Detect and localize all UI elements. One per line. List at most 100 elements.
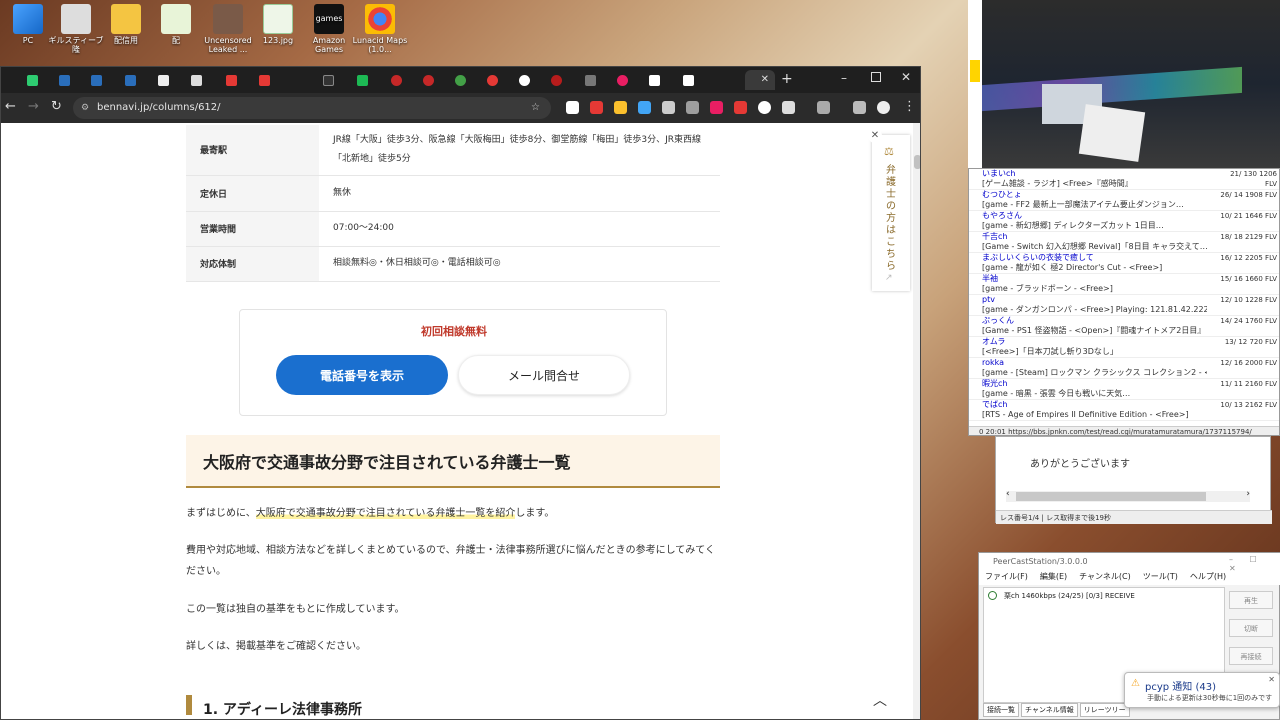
menu-kebab-icon[interactable]: ⋮ <box>903 99 916 114</box>
list-item[interactable]: まぶしいくらいの衣装で癒して [game - 龍が如く 極2 Director's… <box>969 253 1279 274</box>
disconnect-button[interactable]: 切断 <box>1229 619 1273 637</box>
address-bar[interactable]: ⚙ bennavi.jp/columns/612/ ☆ <box>73 97 551 119</box>
extension-icon[interactable] <box>686 101 699 114</box>
desktop-icon-2[interactable]: ギルスティーブ隆 <box>48 4 104 54</box>
tab[interactable] <box>391 72 417 88</box>
list-item[interactable]: でばch [RTS - Age of Empires II Definitive … <box>969 400 1279 421</box>
passkey-icon[interactable] <box>817 101 830 114</box>
monitor-icon <box>13 4 43 34</box>
list-item[interactable]: むつひとょ [game - FF2 最新上一部魔法アイテム要止ダンジョン… 26/ … <box>969 190 1279 211</box>
list-item[interactable]: オムラ [<Free>]「日本刀試し斬り3Dなし」 13/ 12 720 FLV <box>969 337 1279 358</box>
show-phone-button[interactable]: 電話番号を表示 <box>276 355 448 395</box>
tab[interactable] <box>27 72 53 88</box>
active-tab-close-icon[interactable]: ✕ <box>745 70 775 90</box>
list-item[interactable]: 暇光ch [game - 暗黒 - 張雲 今日も戦いに天気… 11/ 11 2160… <box>969 379 1279 400</box>
list-item[interactable]: 千吉ch [Game - Switch 幻入幻想郷 Revival]「8日目 キャ… <box>969 232 1279 253</box>
close-icon[interactable]: ✕ <box>868 129 882 143</box>
desktop-icon-5[interactable]: Uncensored Leaked ... <box>200 4 256 54</box>
tab[interactable] <box>649 72 675 88</box>
extension-icon[interactable] <box>638 101 651 114</box>
puzzle-icon[interactable] <box>782 101 795 114</box>
tab-channel-info[interactable]: チャンネル情報 <box>1021 703 1078 717</box>
desktop-icon-4[interactable]: 配 <box>148 4 204 45</box>
tab-favicon-icon <box>59 74 70 86</box>
extension-icon[interactable] <box>590 101 603 114</box>
tab[interactable] <box>423 72 449 88</box>
list-item[interactable]: もやろさん [game - 新幻想郷] ディレクターズカット 1日目… 10/ 21… <box>969 211 1279 232</box>
reload-icon[interactable]: ↻ <box>51 99 62 114</box>
list-item[interactable]: ptv [game - ダンガンロンパ - <Free>] Playing: 12… <box>969 295 1279 316</box>
tab[interactable] <box>323 72 349 88</box>
status-icon <box>988 591 997 600</box>
extension-icon[interactable] <box>662 101 675 114</box>
maximize-icon[interactable] <box>871 72 881 82</box>
tab[interactable] <box>455 72 481 88</box>
browser-toolbar: ← → ↻ ⚙ bennavi.jp/columns/612/ ☆ ⋮ <box>1 93 920 123</box>
list-item[interactable]: いまいch [ゲーム雑談 - ラジオ] <Free>『感時間』 21/ 130 12… <box>969 169 1279 190</box>
tab[interactable] <box>259 72 285 88</box>
tab-connections[interactable]: 接続一覧 <box>983 703 1019 717</box>
paragraph: この一覧は独自の基準をもとに作成しています。 <box>186 604 405 615</box>
forward-icon[interactable]: → <box>28 99 39 114</box>
close-window-icon[interactable]: ✕ <box>901 70 911 84</box>
tab[interactable] <box>519 72 545 88</box>
tab[interactable] <box>191 72 217 88</box>
notification-toast[interactable]: ⚠ pcyp 通知 (43) 手動による更新は30秒毎に1回のみです ✕ <box>1124 672 1280 708</box>
scrollbar-thumb[interactable] <box>914 155 920 169</box>
new-tab-icon[interactable]: + <box>781 71 793 87</box>
page-scrollbar[interactable] <box>913 123 920 719</box>
list-item[interactable]: rokka [game - [Steam] ロックマン クラシックス コレクション… <box>969 358 1279 379</box>
tab[interactable] <box>357 72 383 88</box>
play-button[interactable]: 再生 <box>1229 591 1273 609</box>
menu-item[interactable]: 編集(E) <box>1040 572 1067 581</box>
tab[interactable] <box>487 72 513 88</box>
tab[interactable] <box>91 72 117 88</box>
close-icon[interactable]: ✕ <box>1268 675 1275 684</box>
desktop-icon-amazon-games[interactable]: games Amazon Games <box>301 4 357 54</box>
tab[interactable] <box>585 72 611 88</box>
extension-icon[interactable] <box>710 101 723 114</box>
tab[interactable] <box>226 72 252 88</box>
back-icon[interactable]: ← <box>5 99 16 114</box>
file-icon <box>161 4 191 34</box>
list-item[interactable]: 栗ch 1460kbps (24/25) [0/3] RECEIVE <box>1004 592 1135 600</box>
extension-icon[interactable] <box>734 101 747 114</box>
site-info-icon[interactable]: ⚙ <box>81 97 89 119</box>
scrollbar-thumb[interactable] <box>1016 492 1206 501</box>
chevron-right-icon[interactable]: › <box>1246 489 1250 499</box>
tab[interactable] <box>683 72 709 88</box>
lawyer-list-link[interactable]: 大阪府で交通事故分野で注目されている弁護士一覧を紹介 <box>255 508 516 519</box>
tab[interactable] <box>158 72 184 88</box>
desktop-icon-6[interactable]: 123.jpg <box>250 4 306 45</box>
desktop-icon-lunacid[interactable]: Lunacid Maps (1.0... <box>352 4 408 54</box>
media-icon[interactable] <box>853 101 866 114</box>
minimize-icon[interactable]: – <box>841 71 847 85</box>
chevron-left-icon[interactable]: ‹ <box>1006 489 1010 499</box>
tab-relay-tree[interactable]: リレーツリー <box>1079 703 1130 717</box>
menu-item[interactable]: ファイル(F) <box>985 572 1028 581</box>
tab[interactable] <box>125 72 151 88</box>
mail-inquiry-button[interactable]: メール問合せ <box>458 355 630 395</box>
left-strip <box>968 0 982 168</box>
back-to-top-button[interactable]: ︿ <box>867 688 893 714</box>
menu-item[interactable]: ツール(T) <box>1143 572 1178 581</box>
extension-icon[interactable] <box>614 101 627 114</box>
lawyer-side-panel[interactable]: ✕ ⚖ 弁護士の方はこちら ↗ <box>868 129 910 291</box>
list-item[interactable]: 半袖 [game - ブラッドボーン - <Free>] 15/ 16 1660 F… <box>969 274 1279 295</box>
menu-item[interactable]: ヘルプ(H) <box>1190 572 1226 581</box>
desktop-icon-3[interactable]: 配信用 <box>98 4 154 45</box>
list-item[interactable]: ぷっくん [Game - PS1 怪盗物語 - <Open>]『闘魂ナイトメア2日… <box>969 316 1279 337</box>
thread-viewer: ありがとうございます ‹ › レス番号1/4 | レス取得まで後19秒 <box>995 436 1272 524</box>
menu-item[interactable]: チャンネル(C) <box>1079 572 1131 581</box>
reconnect-button[interactable]: 再接続 <box>1229 647 1273 665</box>
bookmark-star-icon[interactable]: ☆ <box>531 97 540 119</box>
lawyer-link-text: 弁護士の方はこちら <box>886 165 896 272</box>
tab[interactable] <box>59 72 85 88</box>
extension-icon[interactable] <box>566 101 579 114</box>
avatar[interactable] <box>877 101 890 114</box>
tab-favicon-icon <box>91 74 102 86</box>
horizontal-scrollbar[interactable]: ‹ › <box>1006 489 1250 502</box>
extension-icon[interactable] <box>758 101 771 114</box>
tab[interactable] <box>617 72 643 88</box>
tab[interactable] <box>551 72 577 88</box>
